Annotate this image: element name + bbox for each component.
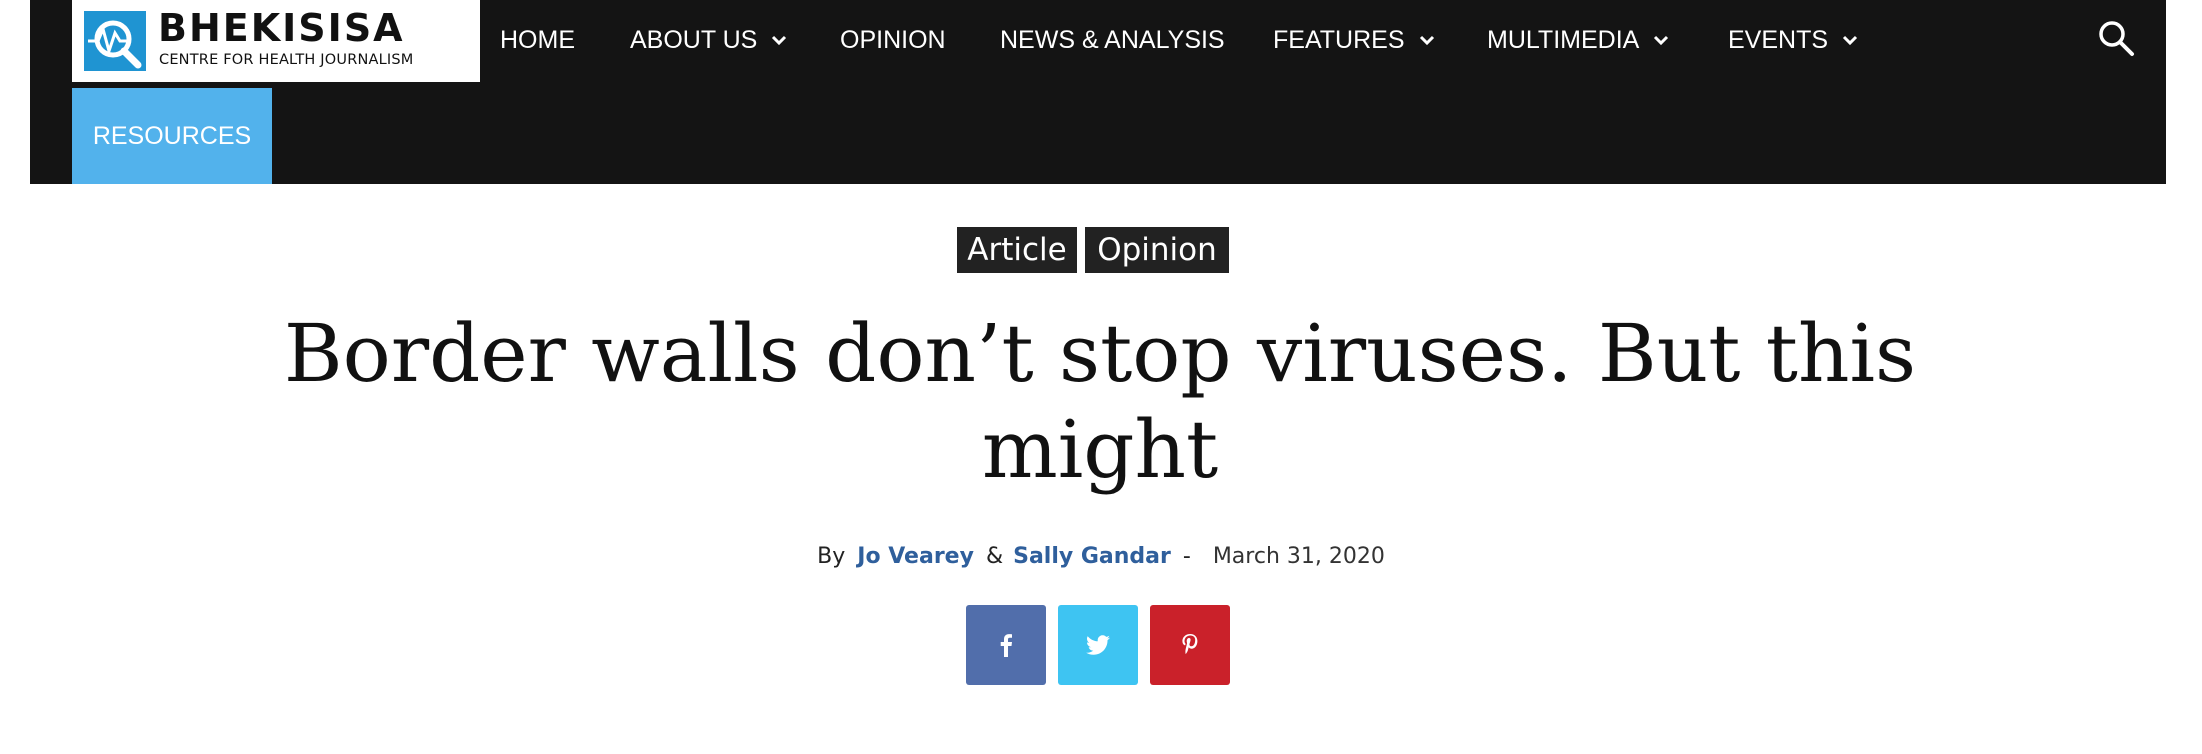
publish-date: March 31, 2020 [1212,543,1385,569]
magnifier-heartbeat-icon [84,11,146,71]
article-title: Border walls don’t stop viruses. But thi… [283,307,1917,496]
nav-multimedia-label: MULTIMEDIA [1487,25,1640,54]
chevron-down-icon [1842,34,1858,46]
nav-resources[interactable]: RESOURCES [72,88,272,184]
byline-by: By [817,543,846,569]
tag-opinion-label: Opinion [1097,232,1217,268]
facebook-icon [1000,634,1012,657]
pinterest-share-button[interactable] [1150,605,1230,685]
site-header: BHEKISISA CENTRE FOR HEALTH JOURNALISM H… [30,0,2166,184]
nav-events-label: EVENTS [1728,25,1829,54]
nav-events[interactable]: EVENTS [1728,22,1858,58]
tag-article[interactable]: Article [957,227,1077,273]
nav-multimedia[interactable]: MULTIMEDIA [1487,22,1669,58]
author-link[interactable]: Sally Gandar [1013,544,1171,569]
pinterest-icon [1182,634,1198,654]
site-logo[interactable]: BHEKISISA CENTRE FOR HEALTH JOURNALISM [72,0,480,82]
tag-opinion[interactable]: Opinion [1085,227,1229,273]
nav-about-us-label: ABOUT US [630,25,758,54]
twitter-share-button[interactable] [1058,605,1138,685]
byline-dash: - [1182,543,1191,569]
facebook-share-button[interactable] [966,605,1046,685]
nav-news-analysis-label: NEWS & ANALYSIS [1000,25,1225,54]
nav-resources-label: RESOURCES [92,121,252,150]
nav-opinion-label: OPINION [840,25,946,54]
nav-features[interactable]: FEATURES [1273,22,1435,58]
nav-home-label: HOME [500,25,575,54]
twitter-icon [1086,635,1110,655]
nav-news-analysis[interactable]: NEWS & ANALYSIS [1000,22,1225,58]
nav-about-us[interactable]: ABOUT US [630,22,787,58]
nav-opinion[interactable]: OPINION [840,22,946,58]
tag-article-label: Article [967,232,1067,268]
author-link[interactable]: Jo Vearey [857,544,974,569]
chevron-down-icon [1419,34,1435,46]
logo-title: BHEKISISA [158,6,405,50]
search-icon[interactable] [2096,18,2136,58]
chevron-down-icon [771,34,787,46]
logo-subtitle: CENTRE FOR HEALTH JOURNALISM [159,52,414,68]
nav-features-label: FEATURES [1273,25,1405,54]
chevron-down-icon [1653,34,1669,46]
nav-home[interactable]: HOME [500,22,575,58]
byline-amp: & [985,543,1004,569]
byline: By Jo Vearey & Sally Gandar - March 31, … [0,538,2202,574]
